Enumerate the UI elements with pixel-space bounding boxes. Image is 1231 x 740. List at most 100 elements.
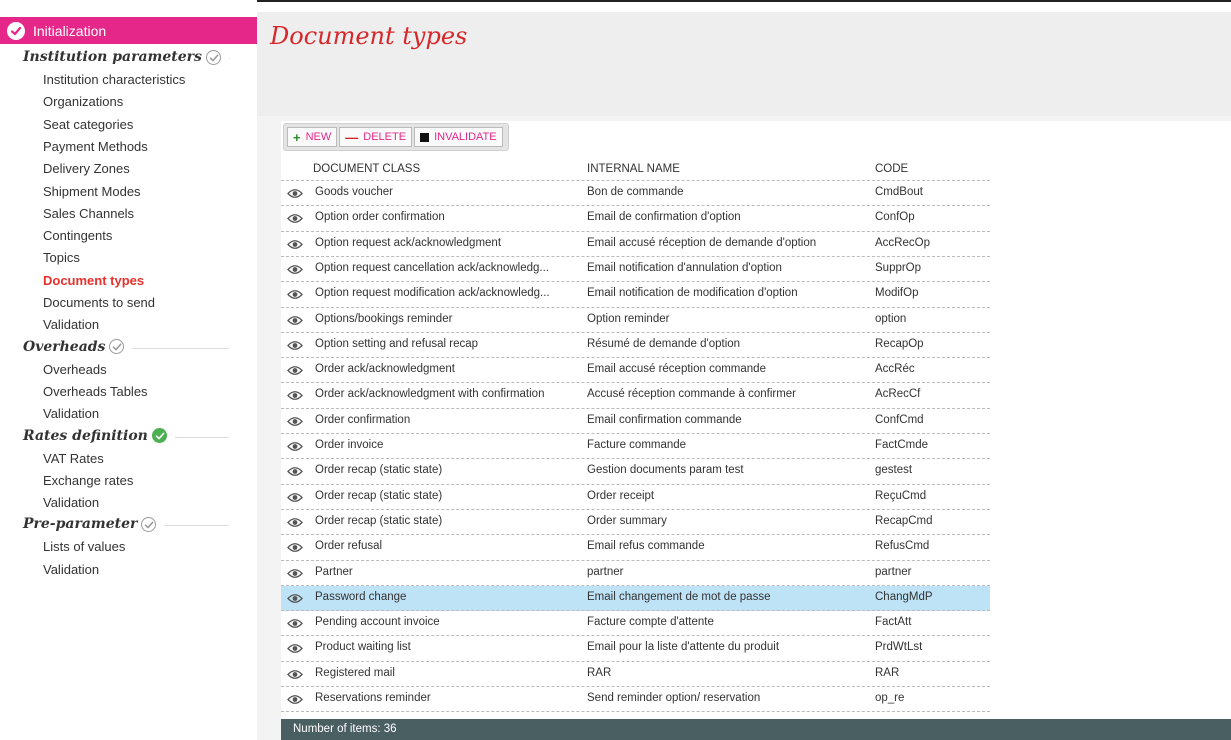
sidebar-item-institution-characteristics[interactable]: Institution characteristics	[43, 72, 185, 87]
eye-icon[interactable]	[287, 213, 303, 224]
table-row[interactable]: Option request cancellation ack/acknowle…	[281, 257, 990, 282]
eye-icon[interactable]	[287, 593, 303, 604]
cell-code: CmdBout	[875, 186, 923, 198]
invalidate-button[interactable]: INVALIDATE	[414, 127, 503, 147]
cell-document-class: Partner	[315, 565, 353, 578]
table-row[interactable]: Goods voucher Bon de commande CmdBout	[281, 181, 990, 206]
sidebar-item-delivery-zones[interactable]: Delivery Zones	[43, 161, 130, 176]
table-row[interactable]: Order refusal Email refus commande RefusCm…	[281, 535, 990, 560]
cell-document-class: Option request cancellation ack/acknowle…	[315, 261, 549, 274]
sidebar-item-validation[interactable]: Validation	[43, 495, 99, 510]
table-row[interactable]: Product waiting list Email pour la liste …	[281, 636, 990, 661]
sidebar-item-validation[interactable]: Validation	[43, 317, 99, 332]
eye-icon[interactable]	[287, 239, 303, 250]
sidebar-section-label: Rates definition	[23, 427, 148, 444]
column-header-code[interactable]: CODE	[875, 163, 908, 175]
sidebar-item-validation[interactable]: Validation	[43, 562, 99, 577]
eye-icon[interactable]	[287, 492, 303, 503]
table-row[interactable]: Reservations reminder Send reminder optio…	[281, 687, 990, 712]
table-row[interactable]: Order recap (static state) Gestion docume…	[281, 459, 990, 484]
eye-icon[interactable]	[287, 289, 303, 300]
eye-icon[interactable]	[287, 315, 303, 326]
sidebar-item-validation[interactable]: Validation	[43, 406, 99, 421]
cell-code: gestest	[875, 464, 913, 477]
cell-document-class: Order recap (static state)	[315, 489, 443, 502]
cell-document-class: Order recap (static state)	[315, 464, 443, 477]
check-badge-icon	[7, 21, 25, 40]
sidebar-section-2[interactable]: Rates definition	[0, 426, 257, 448]
sidebar-item-overheads-tables[interactable]: Overheads Tables	[43, 384, 148, 399]
sidebar-section-label: Institution parameters	[23, 49, 202, 65]
sidebar-item-vat-rates[interactable]: VAT Rates	[43, 451, 104, 466]
sidebar-item-overheads[interactable]: Overheads	[43, 362, 107, 377]
table-row[interactable]: Partner partner partner	[281, 561, 990, 586]
new-button[interactable]: + NEW	[287, 127, 338, 147]
cell-internal-name: Email accusé réception commande	[587, 363, 766, 376]
cell-internal-name: Order receipt	[587, 489, 655, 502]
table-row[interactable]: Order invoice Facture commande FactCmde	[281, 434, 990, 459]
cell-code: AcRecCf	[875, 388, 921, 401]
sidebar-item-lists-of-values[interactable]: Lists of values	[43, 539, 125, 554]
cell-code: ReçuCmd	[875, 489, 927, 502]
sidebar-item-contingents[interactable]: Contingents	[43, 228, 112, 243]
cell-internal-name: Email confirmation commande	[587, 413, 742, 426]
sidebar-item-exchange-rates[interactable]: Exchange rates	[43, 473, 133, 488]
sidebar-header[interactable]: Initialization	[0, 17, 257, 44]
delete-button[interactable]: — DELETE	[339, 127, 413, 147]
sidebar-item-seat-categories[interactable]: Seat categories	[43, 117, 133, 132]
table-row[interactable]: Order recap (static state) Order summary R…	[281, 510, 990, 535]
table-row[interactable]: Order ack/acknowledgment Email accusé réc…	[281, 358, 990, 383]
sidebar-section-1[interactable]: Overheads	[0, 337, 257, 359]
eye-icon[interactable]	[287, 365, 303, 376]
sidebar-item-sales-channels[interactable]: Sales Channels	[43, 206, 134, 221]
table-row[interactable]: Order ack/acknowledgment with confirmati…	[281, 383, 990, 408]
cell-document-class: Order confirmation	[315, 413, 411, 426]
eye-icon[interactable]	[287, 390, 303, 401]
eye-icon[interactable]	[287, 517, 303, 528]
table-row[interactable]: Registered mail RAR RAR	[281, 662, 990, 687]
table-row[interactable]: Pending account invoice Facture compte d'…	[281, 611, 990, 636]
eye-icon[interactable]	[287, 466, 303, 477]
table-row[interactable]: Options/bookings reminder Option reminder…	[281, 308, 990, 333]
sidebar-section-title: Rates definition	[23, 428, 167, 444]
sidebar-item-shipment-modes[interactable]: Shipment Modes	[43, 184, 141, 199]
eye-icon[interactable]	[287, 643, 303, 654]
sidebar-section-title: Pre-parameter	[23, 516, 157, 532]
cell-code: RecapOp	[875, 337, 924, 350]
sidebar-section-label: Overheads	[23, 338, 106, 355]
section-divider	[174, 436, 229, 438]
eye-icon[interactable]	[287, 669, 303, 680]
table-row[interactable]: Option setting and refusal recap Résumé d…	[281, 333, 990, 358]
table-row[interactable]: Option order confirmation Email de confir…	[281, 206, 990, 231]
table-row[interactable]: Password change Email changement de mot d…	[281, 585, 990, 611]
table-row[interactable]: Order recap (static state) Order receipt R…	[281, 485, 990, 510]
sidebar-item-payment-methods[interactable]: Payment Methods	[43, 139, 148, 154]
sidebar-item-document-types[interactable]: Document types	[43, 273, 144, 288]
eye-icon[interactable]	[287, 264, 303, 275]
cell-document-class: Option setting and refusal recap	[315, 337, 479, 350]
sidebar-item-organizations[interactable]: Organizations	[43, 94, 123, 109]
table-row[interactable]: Order confirmation Email confirmation com…	[281, 409, 990, 434]
cell-code: FactAtt	[875, 616, 912, 629]
table-row[interactable]: Option request ack/acknowledgment Email a…	[281, 232, 990, 257]
eye-icon[interactable]	[287, 441, 303, 452]
sidebar-item-topics[interactable]: Topics	[43, 250, 80, 265]
sidebar-item-documents-to-send[interactable]: Documents to send	[43, 295, 155, 310]
eye-icon[interactable]	[287, 188, 303, 199]
table-row[interactable]: Option request modification ack/acknowle…	[281, 282, 990, 307]
section-divider	[164, 525, 229, 527]
eye-icon[interactable]	[287, 340, 303, 351]
eye-icon[interactable]	[287, 568, 303, 579]
eye-icon[interactable]	[287, 618, 303, 629]
column-header-document-class[interactable]: DOCUMENT CLASS	[313, 163, 420, 175]
sidebar-section-3[interactable]: Pre-parameter	[0, 514, 257, 536]
eye-icon[interactable]	[287, 694, 303, 705]
cell-code: AccRecOp	[875, 236, 930, 249]
page-title: Document types	[270, 22, 468, 50]
eye-icon[interactable]	[287, 542, 303, 553]
eye-icon[interactable]	[287, 416, 303, 427]
column-header-internal-name[interactable]: INTERNAL NAME	[587, 163, 680, 175]
plus-icon: +	[293, 129, 301, 145]
cell-internal-name: Email refus commande	[587, 540, 705, 553]
sidebar-section-0[interactable]: Institution parameters	[0, 47, 257, 69]
